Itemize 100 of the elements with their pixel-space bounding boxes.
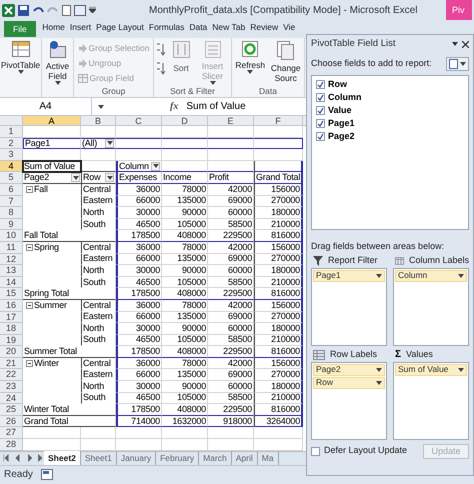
insert-function-button[interactable]: fx — [170, 99, 178, 114]
row-header[interactable]: 2 — [0, 138, 23, 150]
row-header[interactable]: 15 — [0, 288, 23, 300]
field-chip[interactable]: Row — [313, 376, 385, 388]
row-header[interactable]: 12 — [0, 254, 23, 266]
row-header[interactable]: 10 — [0, 230, 23, 242]
filter-dropdown-button[interactable] — [105, 138, 114, 148]
table-cell: 60000 — [208, 381, 254, 393]
field-checkbox[interactable] — [316, 118, 325, 128]
heading-letter[interactable]: A — [23, 116, 81, 125]
customize-toolbar-icon[interactable] — [89, 7, 96, 13]
heading-letter[interactable]: F — [254, 116, 303, 125]
ribbon-tab[interactable]: Data — [186, 21, 210, 34]
caret-icon[interactable] — [98, 104, 104, 108]
sheet-tab[interactable]: Sheet2 — [44, 451, 81, 466]
row-header[interactable]: 17 — [0, 312, 23, 324]
ribbon-button[interactable]: Refresh — [234, 41, 266, 74]
sort-descending-icon[interactable] — [156, 62, 166, 75]
row-header[interactable]: 24 — [0, 392, 23, 404]
ribbon-tab[interactable]: Home — [40, 21, 68, 34]
field-chip[interactable]: Column — [395, 270, 467, 282]
row-header[interactable]: 8 — [0, 207, 23, 219]
field-label[interactable]: Row — [328, 79, 347, 89]
heading-letter[interactable]: B — [81, 116, 116, 125]
close-icon[interactable] — [462, 40, 469, 48]
ribbon-tab[interactable]: Insert — [67, 21, 94, 34]
caret-icon — [376, 368, 382, 372]
ribbon-tab[interactable]: Formulas — [146, 21, 187, 34]
field-label[interactable]: Page1 — [328, 118, 355, 128]
heading-letter[interactable]: D — [162, 116, 208, 125]
row-header[interactable]: 1 — [0, 126, 23, 138]
field-checkbox[interactable] — [316, 132, 325, 140]
row-header[interactable]: 11 — [0, 242, 23, 254]
ribbon-tab[interactable]: File — [4, 21, 36, 37]
field-chip[interactable]: Sum of Value — [395, 364, 467, 376]
row-header[interactable]: 3 — [0, 149, 23, 161]
row-header[interactable]: 19 — [0, 334, 23, 346]
table-cell: 105000 — [162, 334, 208, 346]
ribbon-button[interactable]: Change Sourc — [270, 41, 302, 83]
row-header[interactable]: 25 — [0, 404, 23, 416]
row-header[interactable]: 7 — [0, 196, 23, 208]
row-header[interactable]: 9 — [0, 218, 23, 230]
caret-icon[interactable] — [452, 42, 458, 46]
layout-button[interactable] — [446, 57, 469, 71]
cell-text: Page2 — [23, 172, 50, 184]
row-header[interactable]: 20 — [0, 346, 23, 358]
row-header[interactable]: 16 — [0, 300, 23, 312]
row-header[interactable]: 21 — [0, 358, 23, 370]
heading-letter[interactable]: E — [208, 116, 254, 125]
undo-icon[interactable] — [32, 6, 44, 14]
field-label[interactable]: Value — [328, 105, 352, 115]
field-chip[interactable]: Page1 — [313, 270, 385, 282]
row-header[interactable]: 27 — [0, 427, 23, 440]
filter-dropdown-button[interactable] — [151, 162, 160, 171]
new-document-icon[interactable] — [62, 4, 71, 16]
choose-fields-label: Choose fields to add to report: — [311, 57, 432, 70]
name-box[interactable]: A4 — [0, 98, 92, 115]
field-label[interactable]: Column — [328, 92, 362, 102]
collapse-icon[interactable] — [26, 302, 33, 309]
table-cell: 135000 — [162, 312, 208, 324]
ribbon-tab[interactable]: New Tab — [210, 21, 248, 34]
row-header[interactable]: 14 — [0, 276, 23, 288]
sort-button[interactable]: Sort — [169, 41, 193, 73]
save-icon[interactable] — [18, 4, 29, 16]
contextual-tab[interactable]: Piv — [446, 0, 472, 20]
field-checkbox[interactable] — [316, 92, 325, 102]
ribbon-tab[interactable]: Page Layout — [94, 21, 146, 34]
spreadsheet-app-icon[interactable] — [2, 4, 15, 16]
field-label[interactable]: Page2 — [328, 131, 355, 141]
sheet-navigation-icon[interactable] — [2, 454, 42, 462]
field-checkbox[interactable] — [316, 80, 325, 88]
ribbon-button[interactable]: PivotTable — [4, 41, 38, 74]
ribbon-button[interactable]: Active Field — [44, 41, 71, 85]
table-cell: 69000 — [208, 196, 254, 208]
row-header[interactable]: 23 — [0, 381, 23, 393]
ribbon-tab[interactable]: Vie — [280, 21, 298, 34]
row-header[interactable]: 13 — [0, 265, 23, 277]
field-checkbox[interactable] — [316, 106, 325, 114]
row-header[interactable]: 22 — [0, 369, 23, 382]
formula-value[interactable]: Sum of Value — [186, 99, 246, 114]
ribbon-tab[interactable]: Review — [248, 21, 281, 34]
table-cell: 408000 — [162, 346, 208, 358]
row-header[interactable]: 6 — [0, 184, 23, 196]
table-cell: 46500 — [116, 276, 162, 288]
defer-checkbox[interactable] — [311, 446, 320, 456]
table-cell: 36000 — [116, 300, 162, 312]
filter-dropdown-button[interactable] — [105, 173, 114, 182]
field-chip[interactable]: Page2 — [313, 364, 385, 376]
row-header[interactable]: 18 — [0, 323, 23, 335]
sort-ascending-icon[interactable] — [156, 43, 166, 56]
collapse-icon[interactable] — [26, 360, 33, 367]
heading-letter[interactable]: C — [116, 116, 162, 125]
filter-dropdown-button[interactable] — [71, 173, 80, 182]
record-macro-icon[interactable] — [40, 469, 53, 480]
row-header[interactable]: 5 — [0, 172, 23, 184]
row-header[interactable]: 26 — [0, 416, 23, 428]
collapse-icon[interactable] — [26, 186, 33, 193]
columns-icon — [395, 256, 404, 266]
row-header[interactable]: 28 — [0, 439, 23, 451]
collapse-icon[interactable] — [26, 244, 33, 251]
